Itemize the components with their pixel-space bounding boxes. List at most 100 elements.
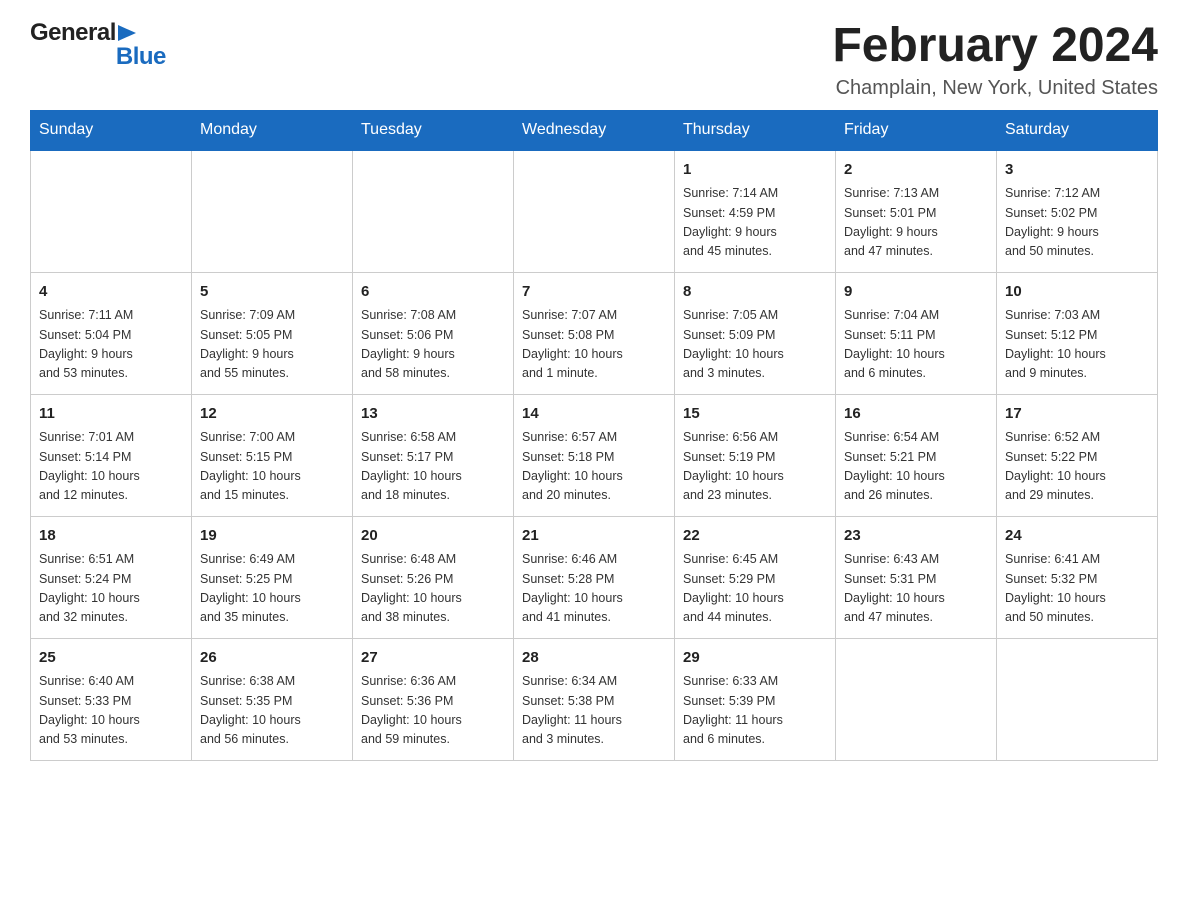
day-number: 1 bbox=[683, 159, 827, 182]
day-number: 18 bbox=[39, 525, 183, 548]
day-info: Sunrise: 7:08 AMSunset: 5:06 PMDaylight:… bbox=[361, 306, 505, 384]
day-info: Sunrise: 6:36 AMSunset: 5:36 PMDaylight:… bbox=[361, 672, 505, 750]
weekday-header-wednesday: Wednesday bbox=[514, 110, 675, 150]
day-info: Sunrise: 6:58 AMSunset: 5:17 PMDaylight:… bbox=[361, 428, 505, 506]
calendar-cell: 7Sunrise: 7:07 AMSunset: 5:08 PMDaylight… bbox=[514, 272, 675, 394]
calendar-cell: 29Sunrise: 6:33 AMSunset: 5:39 PMDayligh… bbox=[675, 638, 836, 760]
calendar-cell: 8Sunrise: 7:05 AMSunset: 5:09 PMDaylight… bbox=[675, 272, 836, 394]
calendar-week-row: 18Sunrise: 6:51 AMSunset: 5:24 PMDayligh… bbox=[31, 516, 1158, 638]
weekday-header-saturday: Saturday bbox=[997, 110, 1158, 150]
day-number: 22 bbox=[683, 525, 827, 548]
calendar-cell: 3Sunrise: 7:12 AMSunset: 5:02 PMDaylight… bbox=[997, 150, 1158, 273]
weekday-header-monday: Monday bbox=[192, 110, 353, 150]
weekday-header-thursday: Thursday bbox=[675, 110, 836, 150]
title-block: February 2024 Champlain, New York, Unite… bbox=[832, 20, 1158, 100]
calendar-cell: 12Sunrise: 7:00 AMSunset: 5:15 PMDayligh… bbox=[192, 394, 353, 516]
day-number: 11 bbox=[39, 403, 183, 426]
day-number: 13 bbox=[361, 403, 505, 426]
logo: General General Blue bbox=[30, 20, 166, 71]
calendar-cell: 23Sunrise: 6:43 AMSunset: 5:31 PMDayligh… bbox=[836, 516, 997, 638]
day-number: 3 bbox=[1005, 159, 1149, 182]
day-number: 2 bbox=[844, 159, 988, 182]
calendar-cell: 25Sunrise: 6:40 AMSunset: 5:33 PMDayligh… bbox=[31, 638, 192, 760]
calendar-cell: 1Sunrise: 7:14 AMSunset: 4:59 PMDaylight… bbox=[675, 150, 836, 273]
calendar-cell: 17Sunrise: 6:52 AMSunset: 5:22 PMDayligh… bbox=[997, 394, 1158, 516]
calendar-cell: 2Sunrise: 7:13 AMSunset: 5:01 PMDaylight… bbox=[836, 150, 997, 273]
calendar-cell: 13Sunrise: 6:58 AMSunset: 5:17 PMDayligh… bbox=[353, 394, 514, 516]
calendar-cell: 24Sunrise: 6:41 AMSunset: 5:32 PMDayligh… bbox=[997, 516, 1158, 638]
day-number: 28 bbox=[522, 647, 666, 670]
calendar-cell: 20Sunrise: 6:48 AMSunset: 5:26 PMDayligh… bbox=[353, 516, 514, 638]
calendar-week-row: 1Sunrise: 7:14 AMSunset: 4:59 PMDaylight… bbox=[31, 150, 1158, 273]
calendar-cell: 4Sunrise: 7:11 AMSunset: 5:04 PMDaylight… bbox=[31, 272, 192, 394]
calendar-cell: 27Sunrise: 6:36 AMSunset: 5:36 PMDayligh… bbox=[353, 638, 514, 760]
day-info: Sunrise: 6:33 AMSunset: 5:39 PMDaylight:… bbox=[683, 672, 827, 750]
day-info: Sunrise: 6:54 AMSunset: 5:21 PMDaylight:… bbox=[844, 428, 988, 506]
day-info: Sunrise: 6:34 AMSunset: 5:38 PMDaylight:… bbox=[522, 672, 666, 750]
calendar-cell: 15Sunrise: 6:56 AMSunset: 5:19 PMDayligh… bbox=[675, 394, 836, 516]
day-number: 25 bbox=[39, 647, 183, 670]
day-info: Sunrise: 7:09 AMSunset: 5:05 PMDaylight:… bbox=[200, 306, 344, 384]
day-number: 29 bbox=[683, 647, 827, 670]
day-number: 12 bbox=[200, 403, 344, 426]
day-number: 14 bbox=[522, 403, 666, 426]
day-info: Sunrise: 7:11 AMSunset: 5:04 PMDaylight:… bbox=[39, 306, 183, 384]
day-info: Sunrise: 7:07 AMSunset: 5:08 PMDaylight:… bbox=[522, 306, 666, 384]
day-number: 19 bbox=[200, 525, 344, 548]
day-number: 23 bbox=[844, 525, 988, 548]
calendar-cell: 16Sunrise: 6:54 AMSunset: 5:21 PMDayligh… bbox=[836, 394, 997, 516]
calendar-cell: 9Sunrise: 7:04 AMSunset: 5:11 PMDaylight… bbox=[836, 272, 997, 394]
day-number: 4 bbox=[39, 281, 183, 304]
day-number: 16 bbox=[844, 403, 988, 426]
calendar-week-row: 25Sunrise: 6:40 AMSunset: 5:33 PMDayligh… bbox=[31, 638, 1158, 760]
day-info: Sunrise: 7:14 AMSunset: 4:59 PMDaylight:… bbox=[683, 184, 827, 262]
day-info: Sunrise: 7:12 AMSunset: 5:02 PMDaylight:… bbox=[1005, 184, 1149, 262]
day-number: 26 bbox=[200, 647, 344, 670]
calendar-cell bbox=[192, 150, 353, 273]
calendar-cell: 18Sunrise: 6:51 AMSunset: 5:24 PMDayligh… bbox=[31, 516, 192, 638]
day-info: Sunrise: 6:57 AMSunset: 5:18 PMDaylight:… bbox=[522, 428, 666, 506]
calendar-cell: 10Sunrise: 7:03 AMSunset: 5:12 PMDayligh… bbox=[997, 272, 1158, 394]
day-number: 20 bbox=[361, 525, 505, 548]
weekday-header-sunday: Sunday bbox=[31, 110, 192, 150]
day-info: Sunrise: 7:01 AMSunset: 5:14 PMDaylight:… bbox=[39, 428, 183, 506]
weekday-header-tuesday: Tuesday bbox=[353, 110, 514, 150]
day-info: Sunrise: 6:51 AMSunset: 5:24 PMDaylight:… bbox=[39, 550, 183, 628]
day-info: Sunrise: 6:46 AMSunset: 5:28 PMDaylight:… bbox=[522, 550, 666, 628]
day-number: 9 bbox=[844, 281, 988, 304]
day-info: Sunrise: 7:05 AMSunset: 5:09 PMDaylight:… bbox=[683, 306, 827, 384]
calendar-cell: 11Sunrise: 7:01 AMSunset: 5:14 PMDayligh… bbox=[31, 394, 192, 516]
day-number: 21 bbox=[522, 525, 666, 548]
day-info: Sunrise: 6:45 AMSunset: 5:29 PMDaylight:… bbox=[683, 550, 827, 628]
calendar-cell: 22Sunrise: 6:45 AMSunset: 5:29 PMDayligh… bbox=[675, 516, 836, 638]
day-info: Sunrise: 6:38 AMSunset: 5:35 PMDaylight:… bbox=[200, 672, 344, 750]
day-info: Sunrise: 6:56 AMSunset: 5:19 PMDaylight:… bbox=[683, 428, 827, 506]
calendar-week-row: 4Sunrise: 7:11 AMSunset: 5:04 PMDaylight… bbox=[31, 272, 1158, 394]
day-info: Sunrise: 6:43 AMSunset: 5:31 PMDaylight:… bbox=[844, 550, 988, 628]
calendar-cell bbox=[836, 638, 997, 760]
day-number: 6 bbox=[361, 281, 505, 304]
logo-triangle-icon bbox=[118, 21, 136, 43]
day-number: 10 bbox=[1005, 281, 1149, 304]
day-info: Sunrise: 7:00 AMSunset: 5:15 PMDaylight:… bbox=[200, 428, 344, 506]
page-header: General General Blue February 2024 Champ… bbox=[30, 20, 1158, 100]
location-subtitle: Champlain, New York, United States bbox=[832, 77, 1158, 100]
day-info: Sunrise: 7:04 AMSunset: 5:11 PMDaylight:… bbox=[844, 306, 988, 384]
calendar-cell: 6Sunrise: 7:08 AMSunset: 5:06 PMDaylight… bbox=[353, 272, 514, 394]
calendar-cell: 21Sunrise: 6:46 AMSunset: 5:28 PMDayligh… bbox=[514, 516, 675, 638]
day-info: Sunrise: 6:48 AMSunset: 5:26 PMDaylight:… bbox=[361, 550, 505, 628]
calendar-cell: 26Sunrise: 6:38 AMSunset: 5:35 PMDayligh… bbox=[192, 638, 353, 760]
calendar-cell: 5Sunrise: 7:09 AMSunset: 5:05 PMDaylight… bbox=[192, 272, 353, 394]
day-info: Sunrise: 6:49 AMSunset: 5:25 PMDaylight:… bbox=[200, 550, 344, 628]
logo-blue-text: Blue bbox=[116, 44, 166, 70]
calendar-cell bbox=[31, 150, 192, 273]
calendar-cell: 14Sunrise: 6:57 AMSunset: 5:18 PMDayligh… bbox=[514, 394, 675, 516]
calendar-cell: 28Sunrise: 6:34 AMSunset: 5:38 PMDayligh… bbox=[514, 638, 675, 760]
day-info: Sunrise: 6:40 AMSunset: 5:33 PMDaylight:… bbox=[39, 672, 183, 750]
calendar-cell bbox=[997, 638, 1158, 760]
day-info: Sunrise: 7:13 AMSunset: 5:01 PMDaylight:… bbox=[844, 184, 988, 262]
calendar-cell bbox=[514, 150, 675, 273]
day-number: 17 bbox=[1005, 403, 1149, 426]
day-info: Sunrise: 6:52 AMSunset: 5:22 PMDaylight:… bbox=[1005, 428, 1149, 506]
day-number: 27 bbox=[361, 647, 505, 670]
